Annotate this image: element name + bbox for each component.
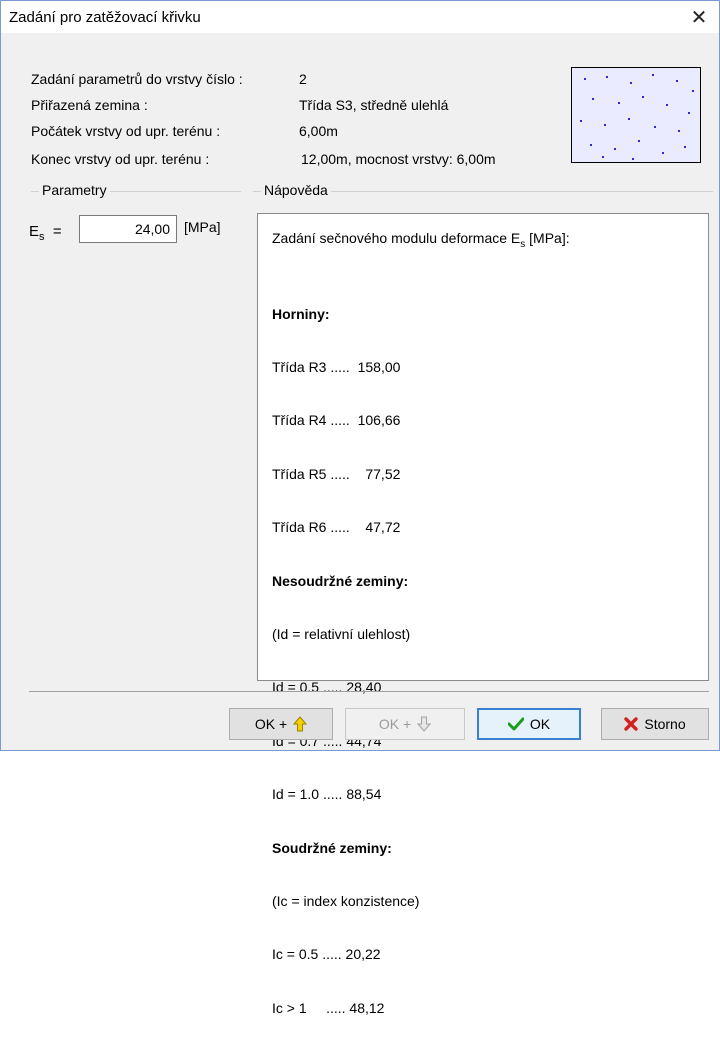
- assigned-soil-label: Přiřazená zemina :: [31, 97, 148, 113]
- layer-end-value: 12,00m, mocnost vrstvy: 6,00m: [301, 151, 496, 167]
- soil-dot: [662, 152, 664, 154]
- soil-dot: [642, 96, 644, 98]
- help-header-horniny: Horniny:: [272, 305, 330, 322]
- help-line: Třída R3 ..... 158,00: [272, 358, 401, 375]
- ok-plus-down-label: OK +: [378, 716, 412, 732]
- check-icon: [507, 717, 524, 731]
- soil-dot: [666, 104, 668, 106]
- close-icon[interactable]: ✕: [679, 1, 719, 33]
- soil-dot: [684, 146, 686, 148]
- soil-dot: [652, 74, 654, 76]
- ok-plus-down-button[interactable]: OK +: [345, 708, 465, 740]
- soil-pattern-preview: [571, 67, 701, 163]
- help-line: Třída R6 ..... 47,72: [272, 519, 401, 536]
- title-bar: Zadání pro zatěžovací křivku ✕: [1, 1, 719, 33]
- storno-label: Storno: [644, 716, 686, 732]
- help-header-nesoudrzne: Nesoudržné zeminy:: [272, 572, 409, 589]
- es-modulus-input[interactable]: [79, 215, 177, 243]
- soil-dot: [688, 112, 690, 114]
- ok-button[interactable]: OK: [477, 708, 581, 740]
- arrow-up-icon: [293, 716, 308, 732]
- es-label: Es =: [29, 223, 62, 243]
- ok-label: OK: [529, 716, 551, 732]
- soil-dot: [604, 124, 606, 126]
- cancel-x-icon: [624, 717, 639, 731]
- window-title: Zadání pro zatěžovací křivku: [9, 9, 201, 26]
- ok-plus-up-label: OK +: [254, 716, 288, 732]
- help-line: Třída R5 ..... 77,52: [272, 465, 401, 482]
- button-separator: [29, 691, 709, 692]
- layer-start-label: Počátek vrstvy od upr. terénu :: [31, 123, 221, 139]
- help-line: Ic > 1 ..... 48,12: [272, 999, 385, 1016]
- help-line: Třída R4 ..... 106,66: [272, 412, 401, 429]
- soil-dot: [630, 82, 632, 84]
- arrow-down-icon: [417, 716, 432, 732]
- soil-dot: [580, 120, 582, 122]
- soil-dot: [678, 130, 680, 132]
- help-values-list: Horniny: Třída R3 ..... 158,00 Třída R4 …: [272, 270, 419, 1053]
- soil-dot: [618, 102, 620, 104]
- help-line: Id = 0.5 ..... 28,40: [272, 679, 382, 696]
- napoveda-group-title: Nápověda: [261, 182, 331, 198]
- assigned-soil-value: Třída S3, středně ulehlá: [299, 97, 449, 113]
- soil-dot: [590, 144, 592, 146]
- soil-dot: [692, 90, 694, 92]
- layer-end-label: Konec vrstvy od upr. terénu :: [31, 151, 210, 167]
- help-header-soudrzne: Soudržné zeminy:: [272, 839, 392, 856]
- soil-dot: [614, 148, 616, 150]
- es-unit-label: [MPa]: [184, 219, 221, 235]
- soil-dot: [638, 140, 640, 142]
- soil-dot: [654, 126, 656, 128]
- layer-number-label: Zadání parametrů do vrstvy číslo :: [31, 71, 243, 87]
- help-line: Ic = 0.5 ..... 20,22: [272, 946, 381, 963]
- soil-dot: [606, 76, 608, 78]
- help-text-panel: Zadání sečnového modulu deformace Es [MP…: [257, 213, 709, 1016]
- soil-dot: [676, 80, 678, 82]
- soil-dot: [584, 78, 586, 80]
- layer-start-value: 6,00m: [299, 123, 338, 139]
- soil-dot: [602, 156, 604, 158]
- parametry-group-title: Parametry: [39, 182, 110, 198]
- help-line: (Ic = index konzistence): [272, 892, 420, 909]
- soil-dot: [628, 118, 630, 120]
- storno-button[interactable]: Storno: [601, 708, 709, 740]
- dialog-window: Zadání pro zatěžovací křivku ✕ Zadání pa…: [0, 0, 720, 1016]
- ok-plus-up-button[interactable]: OK +: [229, 708, 333, 740]
- help-line: (Id = relativní ulehlost): [272, 625, 411, 642]
- soil-dots-pattern: [580, 74, 694, 160]
- soil-dot: [592, 98, 594, 100]
- soil-dot: [632, 158, 634, 160]
- layer-number-value: 2: [299, 71, 307, 87]
- help-line: Id = 1.0 ..... 88,54: [272, 786, 382, 803]
- help-intro-text: Zadání sečnového modulu deformace Es [MP…: [272, 230, 570, 250]
